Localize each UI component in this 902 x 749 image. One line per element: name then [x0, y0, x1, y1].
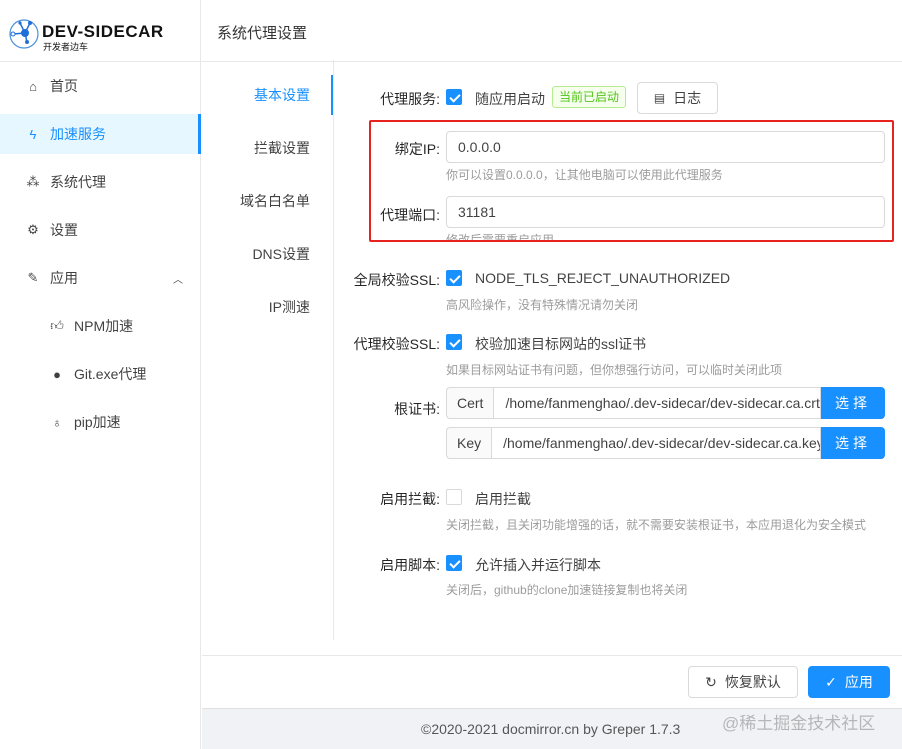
sidebar-item-settings[interactable]: ⚙ 设置	[0, 210, 201, 250]
sidebar-item-apps[interactable]: ✎ 应用 ︿	[0, 258, 201, 298]
network-icon: ⁂	[26, 174, 40, 189]
key-addon: Key	[446, 427, 492, 459]
tab-dns[interactable]: DNS设置	[201, 234, 333, 274]
rocket-icon: ✎	[27, 270, 39, 285]
sidebar-item-label: Git.exe代理	[74, 366, 147, 382]
sidebar-item-git[interactable]: ● Git.exe代理	[0, 354, 201, 394]
chevron-up-icon: ︿	[173, 274, 183, 286]
port-label: 代理端口:	[380, 207, 440, 223]
tab-list: 基本设置 拦截设置 域名白名单 DNS设置 IP测速	[202, 60, 334, 640]
start-with-app-label: 随应用启动	[475, 91, 545, 107]
status-badge: 当前已启动	[552, 86, 627, 108]
key-path-input[interactable]: /home/fanmenghao/.dev-sidecar/dev-sideca…	[491, 427, 821, 459]
script-hint: 关闭后，github的clone加速链接复制也将关闭	[446, 583, 688, 597]
sidebar-item-home[interactable]: ⌂ 首页	[0, 66, 201, 106]
tab-intercept[interactable]: 拦截设置	[201, 128, 333, 168]
sidebar-item-pip[interactable]: ♁ pip加速	[0, 402, 201, 442]
gear-icon: ⚙	[27, 222, 39, 237]
proxy-service-label: 代理服务:	[380, 91, 440, 107]
home-icon: ⌂	[29, 78, 37, 94]
script-checkbox[interactable]	[446, 555, 462, 571]
proxy-ssl-label: 代理校验SSL:	[353, 336, 440, 352]
script-label: 启用脚本:	[380, 557, 440, 573]
tab-ip-speed[interactable]: IP测速	[201, 287, 333, 327]
global-ssl-label: 全局校验SSL:	[353, 272, 440, 288]
apply-label: 应用	[844, 674, 873, 690]
sidebar-item-label: 应用	[50, 270, 78, 286]
sidebar-item-label: 加速服务	[50, 126, 106, 142]
proxy-ssl-text: 校验加速目标网站的ssl证书	[475, 336, 647, 352]
logo-subtitle: 开发者边车	[43, 42, 89, 52]
sidebar-item-label: 首页	[50, 78, 78, 94]
apply-button[interactable]: ✓ 应用	[808, 666, 890, 698]
logo-text: DEV-SIDECAR	[42, 22, 164, 41]
bind-ip-hint: 你可以设置0.0.0.0，让其他电脑可以使用此代理服务	[446, 168, 723, 182]
bulb-icon: ♁	[52, 414, 62, 430]
port-hint: 修改后需要重启应用	[446, 233, 555, 240]
cert-path-group: Cert /home/fanmenghao/.dev-sidecar/dev-s…	[446, 387, 885, 419]
script-text: 允许插入并运行脚本	[475, 557, 601, 573]
thunderbolt-icon: ϟ	[29, 126, 37, 142]
cert-path-input[interactable]: /home/fanmenghao/.dev-sidecar/dev-sideca…	[493, 387, 821, 419]
root-cert-label: 根证书:	[394, 401, 440, 417]
page-title: 系统代理设置	[217, 25, 308, 42]
key-path-group: Key /home/fanmenghao/.dev-sidecar/dev-si…	[446, 427, 885, 459]
sidebar-item-npm[interactable]: 👍︎ NPM加速	[0, 306, 201, 346]
proxy-ssl-hint: 如果目标网站证书有问题，但你想强行访问，可以临时关闭此项	[446, 363, 783, 377]
sidebar-item-label: pip加速	[74, 414, 121, 430]
sidebar-item-label: 设置	[50, 222, 78, 238]
copyright: ©2020-2021 docmirror.cn by Greper 1.7.3	[421, 721, 681, 737]
start-with-app-checkbox[interactable]	[446, 89, 462, 105]
watermark: @稀土掘金技术社区	[722, 714, 876, 733]
github-icon: ●	[53, 366, 61, 382]
global-ssl-checkbox[interactable]	[446, 270, 462, 286]
cert-addon: Cert	[446, 387, 494, 419]
intercept-text: 启用拦截	[475, 491, 531, 507]
sidebar-item-label: 系统代理	[50, 174, 106, 190]
logo-icon	[9, 19, 39, 49]
divider	[0, 61, 201, 62]
cert-select-button[interactable]: 选择	[821, 387, 885, 419]
log-button-label: 日志	[673, 90, 702, 106]
sidebar-item-system-proxy[interactable]: ⁂ 系统代理	[0, 162, 201, 202]
thumbs-up-icon: 👍︎	[50, 318, 64, 333]
tab-whitelist[interactable]: 域名白名单	[201, 181, 333, 221]
bind-ip-input[interactable]: 0.0.0.0	[446, 131, 885, 163]
key-select-button[interactable]: 选择	[821, 427, 885, 459]
sidebar: DEV-SIDECAR 开发者边车 ⌂ 首页 ϟ 加速服务 ⁂ 系统代理 ⚙ 设置 ✎ 应…	[0, 0, 201, 749]
global-ssl-hint: 高风险操作，没有特殊情况请勿关闭	[446, 298, 639, 312]
footer: ©2020-2021 docmirror.cn by Greper 1.7.3 …	[202, 708, 902, 749]
port-input[interactable]: 31181	[446, 196, 885, 228]
reset-label: 恢复默认	[724, 674, 781, 690]
logo: DEV-SIDECAR 开发者边车	[9, 12, 190, 52]
reload-icon: ↻	[705, 673, 717, 690]
proxy-ssl-checkbox[interactable]	[446, 334, 462, 350]
intercept-hint: 关闭拦截，且关闭功能增强的话，就不需要安装根证书，本应用退化为安全模式	[446, 518, 867, 532]
log-button[interactable]: ▤ 日志	[637, 82, 718, 114]
intercept-label: 启用拦截:	[380, 491, 440, 507]
file-icon: ▤	[653, 91, 666, 105]
sidebar-item-acceleration[interactable]: ϟ 加速服务	[0, 114, 201, 154]
tab-basic[interactable]: 基本设置	[201, 75, 333, 115]
intercept-checkbox[interactable]	[446, 489, 462, 505]
bind-ip-label: 绑定IP:	[394, 141, 440, 157]
reset-button[interactable]: ↻ 恢复默认	[688, 666, 798, 698]
check-icon: ✓	[825, 673, 837, 690]
global-ssl-text: NODE_TLS_REJECT_UNAUTHORIZED	[475, 270, 731, 286]
sidebar-item-label: NPM加速	[74, 318, 134, 334]
